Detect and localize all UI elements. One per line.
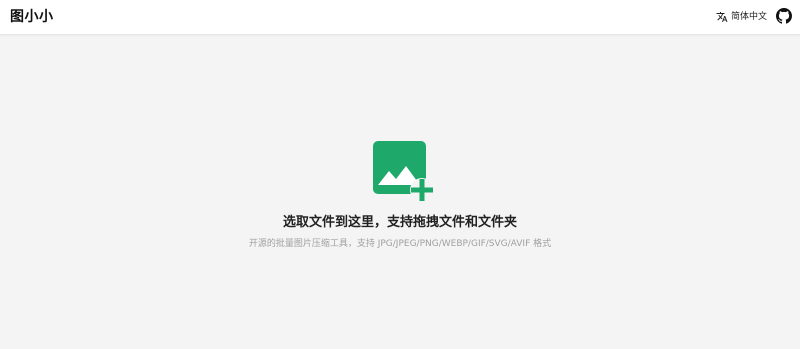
- translate-icon: [716, 12, 728, 22]
- github-link[interactable]: [776, 8, 792, 24]
- app-header: 图小小 简体中文: [0, 0, 800, 35]
- dropzone-title: 选取文件到这里，支持拖拽文件和文件夹: [282, 215, 517, 230]
- github-icon: [776, 8, 792, 24]
- language-label: 简体中文: [731, 12, 768, 22]
- dropzone-subtitle: 开源的批量图片压缩工具，支持 JPG/JPEG/PNG/WEBP/GIF/SVG…: [248, 239, 552, 249]
- file-dropzone[interactable]: 选取文件到这里，支持拖拽文件和文件夹 开源的批量图片压缩工具，支持 JPG/JP…: [0, 35, 800, 349]
- app-logo[interactable]: 图小小: [10, 7, 54, 27]
- language-switcher[interactable]: 简体中文: [716, 9, 767, 25]
- add-image-icon[interactable]: [373, 141, 433, 201]
